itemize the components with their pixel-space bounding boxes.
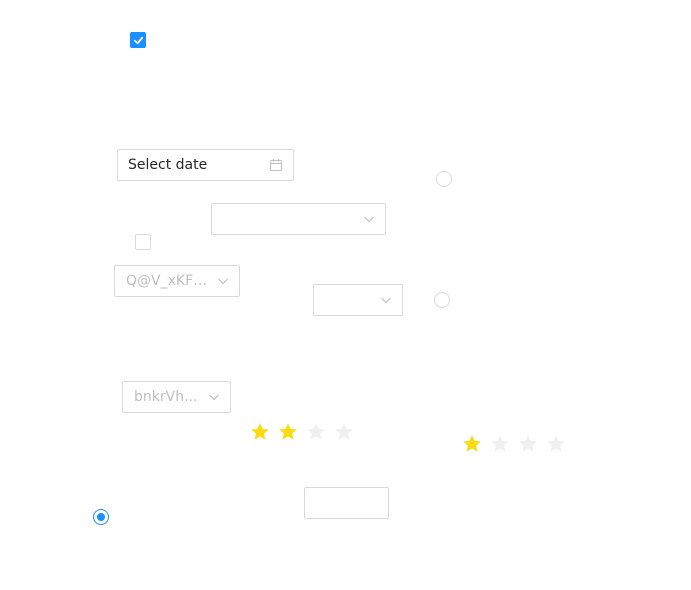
star-filled-icon[interactable] [250,422,270,442]
star-filled-icon[interactable] [278,422,298,442]
star-filled-icon[interactable] [462,434,482,454]
chevron-down-icon [364,216,374,223]
radio-2[interactable] [434,292,450,308]
rate-1[interactable] [250,422,362,442]
select-4[interactable]: bnkrVh... [122,381,231,413]
radio-3[interactable] [93,509,109,525]
calendar-icon [270,159,282,171]
checkbox-2[interactable] [135,234,151,250]
chevron-down-icon [381,297,391,304]
date-picker[interactable]: Select date [117,149,294,181]
select-3[interactable] [313,284,403,316]
select-2[interactable]: Q@V_xKFz... [114,265,240,297]
select-1[interactable] [211,203,386,235]
radio-1[interactable] [436,171,452,187]
select-4-value: bnkrVh... [134,389,198,405]
date-picker-placeholder: Select date [128,157,208,173]
text-input[interactable] [304,487,389,519]
check-icon [133,36,143,44]
chevron-down-icon [218,278,228,285]
select-2-value: Q@V_xKFz... [126,273,213,289]
star-empty-icon[interactable] [334,422,354,442]
star-empty-icon[interactable] [546,434,566,454]
star-empty-icon[interactable] [518,434,538,454]
rate-2[interactable] [462,434,574,454]
star-empty-icon[interactable] [306,422,326,442]
checkbox-1[interactable] [130,32,146,48]
chevron-down-icon [209,394,219,401]
star-empty-icon[interactable] [490,434,510,454]
